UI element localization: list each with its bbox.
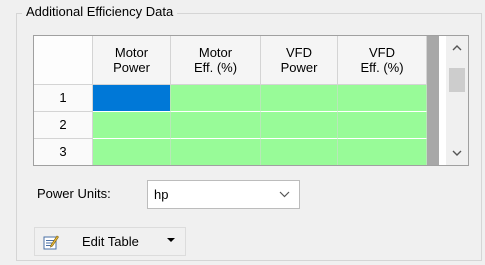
efficiency-data-grid[interactable]: Motor Power Motor Eff. (%) VFD Power VFD… [33, 35, 469, 166]
column-header-vfd-eff[interactable]: VFD Eff. (%) [338, 36, 427, 85]
row-header-1[interactable]: 1 [34, 85, 93, 112]
cell-r3-vfd-eff[interactable] [338, 139, 427, 165]
column-header-vfd-power[interactable]: VFD Power [261, 36, 338, 85]
power-units-label: Power Units: [37, 186, 111, 201]
power-units-select[interactable]: hp [147, 180, 300, 209]
edit-table-icon [43, 235, 59, 250]
chevron-up-icon [452, 45, 462, 51]
group-title: Additional Efficiency Data [22, 2, 178, 22]
column-header-motor-eff[interactable]: Motor Eff. (%) [171, 36, 261, 85]
column-header-motor-power[interactable]: Motor Power [93, 36, 171, 85]
cell-r2-vfd-eff[interactable] [338, 112, 427, 139]
dropdown-caret-icon [167, 233, 175, 250]
scroll-down-button[interactable] [446, 143, 468, 163]
power-units-value: hp [154, 187, 169, 202]
chevron-down-icon [279, 184, 290, 207]
edit-table-button[interactable]: Edit Table [34, 227, 186, 256]
cell-r3-motor-eff[interactable] [171, 139, 261, 165]
cell-r2-motor-eff[interactable] [171, 112, 261, 139]
cell-r1-vfd-eff[interactable] [338, 85, 427, 112]
cell-r3-motor-power[interactable] [93, 139, 171, 165]
cell-r1-motor-power[interactable] [93, 85, 171, 112]
row-header-2[interactable]: 2 [34, 112, 93, 139]
scroll-thumb[interactable] [449, 68, 465, 92]
grid-empty-area [427, 36, 439, 165]
cell-r1-vfd-power[interactable] [261, 85, 338, 112]
cell-r3-vfd-power[interactable] [261, 139, 338, 165]
edit-table-label: Edit Table [82, 234, 139, 249]
grid-vertical-scrollbar[interactable] [446, 36, 468, 165]
row-header-3[interactable]: 3 [34, 139, 93, 165]
cell-r1-motor-eff[interactable] [171, 85, 261, 112]
grid-corner [34, 36, 93, 85]
cell-r2-vfd-power[interactable] [261, 112, 338, 139]
cell-r2-motor-power[interactable] [93, 112, 171, 139]
chevron-down-icon [452, 150, 462, 156]
scroll-up-button[interactable] [446, 38, 468, 58]
